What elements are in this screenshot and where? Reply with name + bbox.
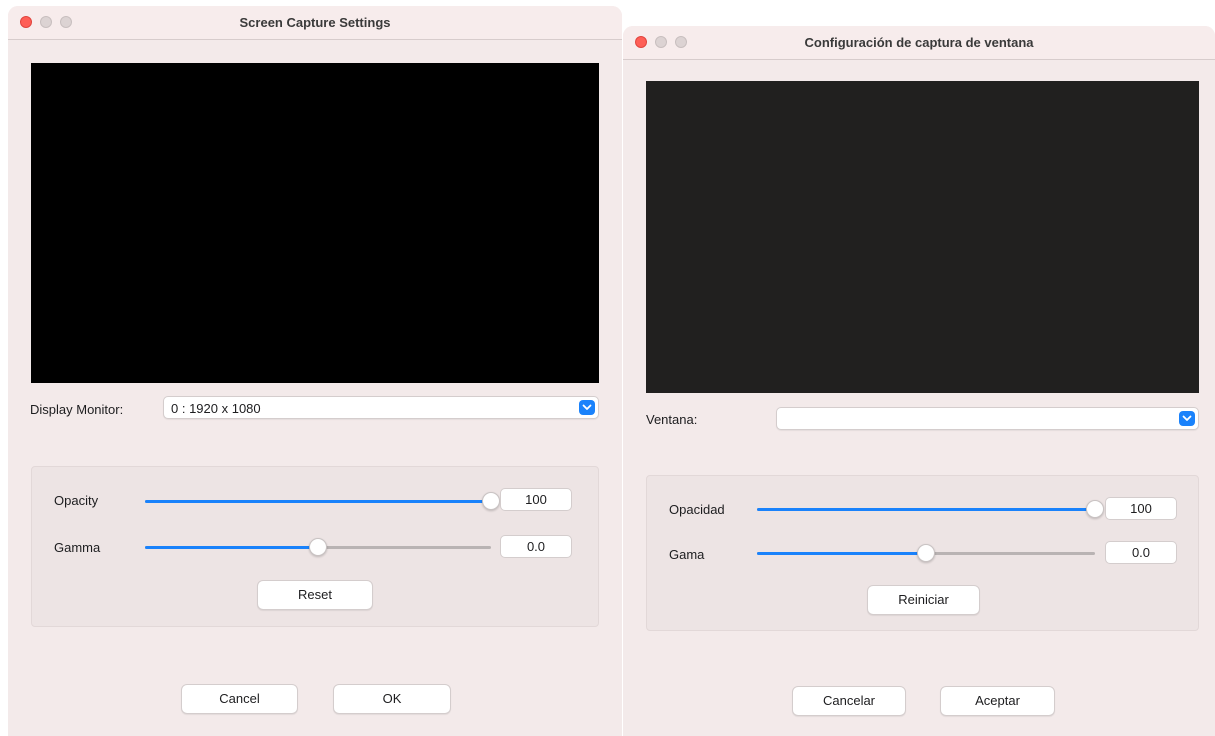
ok-button[interactable]: OK [333,684,451,714]
opacity-label: Opacity [54,493,99,508]
opacity-label: Opacidad [669,502,725,517]
opacity-slider[interactable] [757,499,1104,519]
gamma-value-field[interactable]: 0.0 [1105,541,1177,564]
adjustments-panel: Opacidad 100 Gama 0.0 Reiniciar [646,475,1199,631]
cancel-button[interactable]: Cancelar [792,686,906,716]
gamma-slider-fill [145,546,318,549]
capture-preview [646,81,1199,393]
opacity-value-field[interactable]: 100 [1105,497,1177,520]
gamma-slider-thumb[interactable] [917,544,935,562]
window-capture-settings-window: Configuración de captura de ventana Vent… [623,26,1215,736]
reset-button[interactable]: Reiniciar [867,585,980,615]
reset-button[interactable]: Reset [257,580,373,610]
window-label: Ventana: [646,412,698,427]
chevron-down-icon[interactable] [579,400,595,415]
cancel-button[interactable]: Cancel [181,684,298,714]
opacity-slider-fill [757,508,1095,511]
capture-preview [31,63,599,383]
opacity-slider-fill [145,500,491,503]
gamma-slider-thumb[interactable] [309,538,327,556]
display-monitor-value: 0 : 1920 x 1080 [171,401,261,416]
opacity-slider[interactable] [145,491,500,511]
gamma-label: Gamma [54,540,101,555]
chevron-down-icon[interactable] [1179,411,1195,426]
display-monitor-label: Display Monitor: [30,402,124,417]
display-monitor-select[interactable]: 0 : 1920 x 1080 [163,396,599,419]
title-bar[interactable]: Configuración de captura de ventana [623,26,1215,60]
window-title: Screen Capture Settings [239,15,391,30]
gamma-value-field[interactable]: 0.0 [500,535,572,558]
screen-capture-settings-window: Screen Capture Settings Display Monitor:… [8,6,622,736]
gamma-slider[interactable] [757,543,1095,563]
adjustments-panel: Opacity 100 Gamma 0.0 Reset [31,466,599,627]
gamma-slider-fill [757,552,926,555]
opacity-value-field[interactable]: 100 [500,488,572,511]
gamma-slider[interactable] [145,537,491,557]
window-title: Configuración de captura de ventana [804,35,1034,50]
window-select[interactable] [776,407,1199,430]
ok-button[interactable]: Aceptar [940,686,1055,716]
title-bar[interactable]: Screen Capture Settings [8,6,622,40]
gamma-label: Gama [669,547,705,562]
opacity-slider-thumb[interactable] [1086,500,1104,518]
opacity-slider-thumb[interactable] [482,492,500,510]
